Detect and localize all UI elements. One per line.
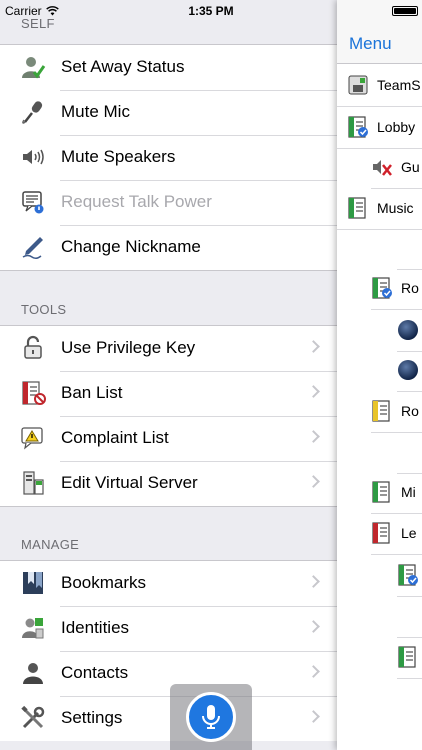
microphone-icon — [20, 99, 46, 125]
row-label: Identities — [61, 618, 130, 637]
push-to-talk-button[interactable] — [186, 692, 236, 742]
status-time: 1:35 PM — [188, 4, 234, 18]
identities-icon — [20, 615, 46, 641]
mute-speakers-row[interactable]: Mute Speakers — [0, 135, 337, 180]
chevron-right-icon — [307, 665, 320, 678]
channel-green-icon — [347, 197, 369, 219]
request-talk-power-row[interactable]: Request Talk Power — [0, 180, 337, 225]
channel-tree-label: Ro — [401, 403, 419, 419]
channel-green-check-icon — [397, 564, 419, 586]
battery-icon — [392, 6, 418, 16]
channel-tree-item[interactable]: Mi — [371, 472, 416, 512]
speaker-icon — [20, 144, 46, 170]
chevron-right-icon — [307, 475, 320, 488]
ban-list-icon — [20, 380, 46, 406]
channel-green-icon — [397, 646, 419, 668]
tree-separator — [371, 432, 422, 433]
row-label: Set Away Status — [61, 57, 185, 76]
tree-separator — [397, 678, 422, 679]
chevron-right-icon — [307, 620, 320, 633]
tree-separator — [337, 229, 422, 230]
section-header-manage: MANAGE — [0, 505, 337, 561]
chevron-right-icon — [307, 385, 320, 398]
talk-power-icon — [20, 189, 46, 215]
channel-panel: Menu TeamS Lobby Gu Music Ro Ro Mi Le — [337, 0, 422, 750]
channel-tree-item[interactable] — [397, 555, 422, 595]
use-privilege-key-row[interactable]: Use Privilege Key — [0, 326, 337, 371]
contacts-row[interactable]: Contacts — [0, 651, 337, 696]
tools-group: Use Privilege Key Ban List Complaint Lis… — [0, 325, 337, 507]
channel-tree-item[interactable]: Le — [371, 513, 417, 553]
chevron-right-icon — [307, 340, 320, 353]
mute-mic-row[interactable]: Mute Mic — [0, 90, 337, 135]
ban-list-row[interactable]: Ban List — [0, 371, 337, 416]
main-menu: SELF Set Away Status Mute Mic Mute Speak… — [0, 0, 337, 750]
chevron-right-icon — [307, 710, 320, 723]
channel-red-icon — [371, 522, 393, 544]
settings-row[interactable]: Settings — [0, 696, 337, 741]
row-label: Edit Virtual Server — [61, 473, 198, 492]
channel-tree-item[interactable]: Gu — [371, 147, 420, 187]
identities-row[interactable]: Identities — [0, 606, 337, 651]
channel-green-check-icon — [371, 277, 393, 299]
channel-tree-label: Lobby — [377, 119, 416, 135]
bookmarks-row[interactable]: Bookmarks — [0, 561, 337, 606]
menu-button[interactable]: Menu — [349, 34, 392, 54]
channel-green-icon — [371, 481, 393, 503]
padlock-icon — [20, 335, 46, 361]
channel-tree-label: Music — [377, 200, 414, 216]
complaint-list-row[interactable]: Complaint List — [0, 416, 337, 461]
channel-tree-item[interactable]: Lobby — [347, 107, 415, 147]
tree-separator — [397, 596, 422, 597]
edit-virtual-server-row[interactable]: Edit Virtual Server — [0, 461, 337, 506]
row-label: Mute Speakers — [61, 147, 176, 166]
channel-yellow-icon — [371, 400, 393, 422]
self-group: Set Away Status Mute Mic Mute Speakers R… — [0, 44, 337, 271]
user-dot-icon — [397, 359, 419, 381]
channel-tree-item[interactable]: TeamS — [347, 65, 421, 105]
row-label: Bookmarks — [61, 573, 147, 592]
muted-speaker-icon — [371, 156, 393, 178]
tools-icon — [20, 705, 46, 731]
push-to-talk-area — [170, 684, 252, 750]
row-label: Mute Mic — [61, 102, 130, 121]
section-header-tools: TOOLS — [0, 270, 337, 326]
user-dot-icon — [397, 319, 419, 341]
chevron-right-icon — [307, 430, 320, 443]
server-root-icon — [347, 74, 369, 96]
channel-tree-label: Ro — [401, 280, 419, 296]
manage-group: Bookmarks Identities Contacts Settings — [0, 560, 337, 741]
section-title: TOOLS — [21, 302, 67, 317]
status-bar: Carrier 1:35 PM — [0, 0, 422, 22]
channel-tree-label: Gu — [401, 159, 420, 175]
row-label: Settings — [61, 708, 123, 727]
channel-green-check-icon — [347, 116, 369, 138]
row-label: Complaint List — [61, 428, 169, 447]
channel-tree-item[interactable] — [397, 637, 422, 677]
warning-icon — [20, 425, 46, 451]
server-icon — [20, 470, 46, 496]
pen-icon — [20, 234, 46, 260]
row-label: Request Talk Power — [61, 192, 212, 211]
channel-tree-item[interactable]: Music — [347, 188, 414, 228]
channel-tree-label: TeamS — [377, 77, 421, 93]
row-label: Ban List — [61, 383, 123, 402]
channel-tree-label: Mi — [401, 484, 416, 500]
set-away-status-row[interactable]: Set Away Status — [0, 45, 337, 90]
row-label: Contacts — [61, 663, 129, 682]
channel-tree-item[interactable] — [397, 350, 422, 390]
row-label: Use Privilege Key — [61, 338, 196, 357]
channel-tree-item[interactable]: Ro — [371, 391, 419, 431]
away-status-icon — [20, 54, 46, 80]
bookmarks-icon — [20, 570, 46, 596]
contacts-icon — [20, 660, 46, 686]
chevron-right-icon — [307, 575, 320, 588]
channel-tree-item[interactable]: Ro — [371, 268, 419, 308]
channel-tree-label: Le — [401, 525, 417, 541]
channel-tree-item[interactable] — [397, 310, 422, 350]
row-label: Change Nickname — [61, 237, 201, 256]
change-nickname-row[interactable]: Change Nickname — [0, 225, 337, 270]
section-title: MANAGE — [21, 537, 80, 552]
microphone-icon — [202, 705, 220, 729]
